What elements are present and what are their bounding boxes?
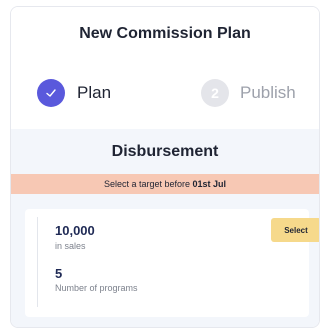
step-plan-indicator[interactable] — [37, 79, 65, 107]
sales-target-value: 10,000 — [55, 223, 95, 238]
deadline-notice: Select a target before 01st Jul — [11, 174, 319, 194]
step-publish-label[interactable]: Publish — [240, 83, 296, 103]
stepper: Plan 2 Publish — [11, 77, 319, 109]
sales-target-label: in sales — [55, 241, 86, 251]
check-icon — [46, 89, 56, 97]
section-title: Disbursement — [111, 143, 219, 160]
select-target-button[interactable]: Select — [271, 218, 319, 242]
programs-count-value: 5 — [55, 266, 63, 281]
programs-count-label: Number of programs — [55, 283, 138, 293]
disbursement-section: Disbursement Select a target before 01st… — [11, 129, 319, 327]
commission-plan-card: New Commission Plan Plan 2 Publish Disbu… — [10, 6, 320, 328]
target-card: 10,000 in sales 5 Number of programs Sel… — [25, 209, 319, 317]
page-title: New Commission Plan — [79, 25, 251, 42]
notice-date: 01st Jul — [192, 179, 227, 189]
step-plan-label[interactable]: Plan — [77, 83, 111, 103]
notice-text: Select a target before — [103, 179, 193, 189]
step-publish-indicator[interactable]: 2 — [201, 79, 229, 107]
card-header: New Commission Plan Plan 2 Publish — [11, 7, 319, 129]
